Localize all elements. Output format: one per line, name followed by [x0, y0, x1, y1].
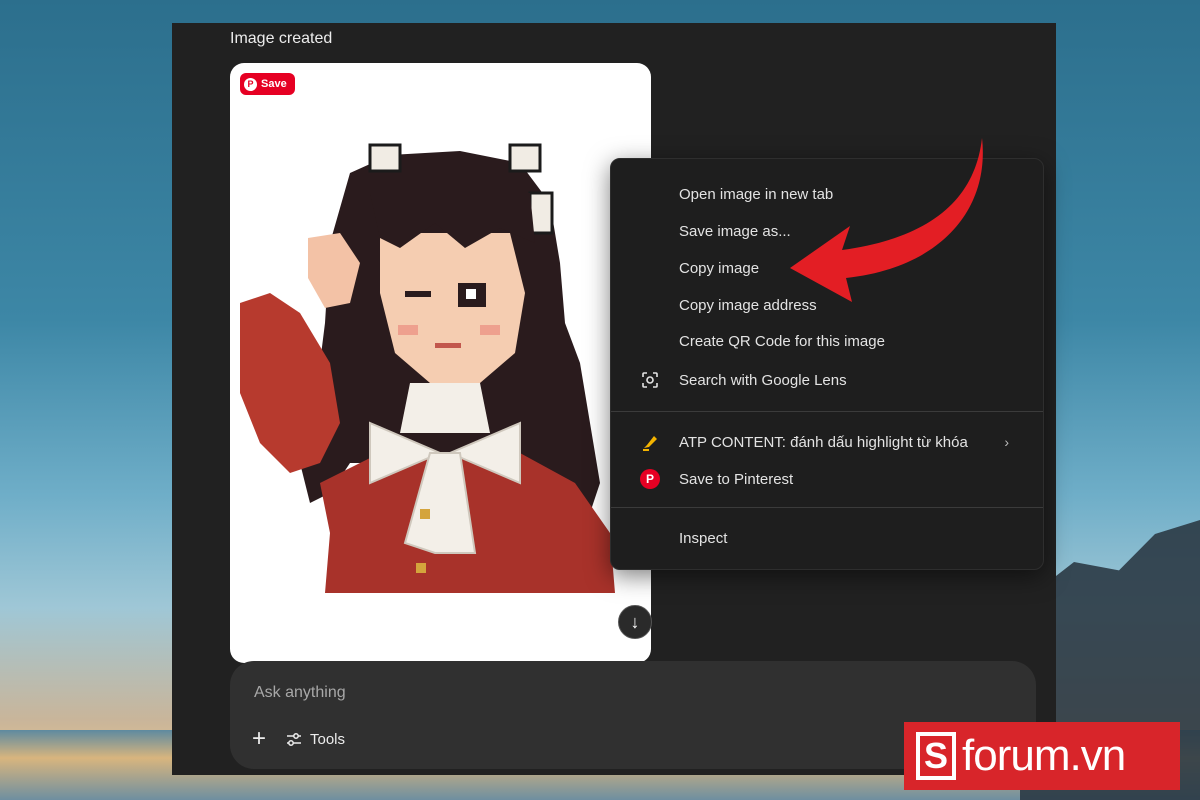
menu-item-label: Search with Google Lens — [679, 371, 847, 389]
menu-item-label: Save image as... — [679, 222, 791, 240]
sliders-icon — [287, 732, 301, 746]
menu-item-copy-image[interactable]: Copy image — [611, 251, 1043, 285]
image-created-caption: Image created — [230, 30, 333, 47]
generated-image[interactable]: P Save — [230, 63, 651, 663]
menu-item-search-google-lens[interactable]: Search with Google Lens — [611, 363, 1043, 397]
download-button[interactable]: ↓ — [618, 605, 652, 639]
menu-separator — [611, 507, 1043, 508]
menu-item-label: ATP CONTENT: đánh dấu highlight từ khóa — [679, 433, 968, 451]
pixel-art-girl-illustration — [240, 143, 615, 593]
logo-letter: S — [916, 732, 956, 780]
highlighter-icon — [639, 431, 661, 453]
add-attachment-button[interactable]: + — [248, 727, 270, 751]
menu-item-copy-image-address[interactable]: Copy image address — [611, 288, 1043, 322]
arrow-down-icon: ↓ — [630, 611, 640, 632]
ask-input[interactable] — [252, 679, 1016, 707]
menu-item-label: Open image in new tab — [679, 185, 834, 203]
menu-item-atp-content-highlight[interactable]: ATP CONTENT: đánh dấu highlight từ khóa … — [611, 425, 1043, 459]
menu-item-save-image-as[interactable]: Save image as... — [611, 214, 1043, 248]
logo-text: forum.vn — [962, 731, 1126, 780]
menu-item-save-to-pinterest[interactable]: P Save to Pinterest — [611, 462, 1043, 496]
google-lens-icon — [639, 369, 661, 391]
pinterest-icon: P — [639, 468, 661, 490]
chevron-right-icon: › — [1004, 434, 1009, 450]
tools-label: Tools — [310, 731, 346, 748]
plus-icon: + — [251, 725, 266, 752]
tools-button[interactable]: Tools — [286, 731, 345, 748]
menu-item-create-qr-code[interactable]: Create QR Code for this image — [611, 324, 1043, 358]
sforum-watermark-logo: S forum.vn — [904, 722, 1180, 790]
menu-item-label: Copy image — [679, 259, 760, 277]
image-context-menu: Open image in new tab Save image as... C… — [610, 158, 1044, 570]
menu-separator — [611, 411, 1043, 412]
menu-item-label: Save to Pinterest — [679, 470, 794, 488]
menu-item-label: Create QR Code for this image — [679, 332, 885, 350]
menu-item-label: Copy image address — [679, 296, 817, 314]
menu-item-open-image-new-tab[interactable]: Open image in new tab — [611, 177, 1043, 211]
menu-item-label: Inspect — [679, 529, 728, 547]
menu-item-inspect[interactable]: Inspect — [611, 521, 1043, 555]
